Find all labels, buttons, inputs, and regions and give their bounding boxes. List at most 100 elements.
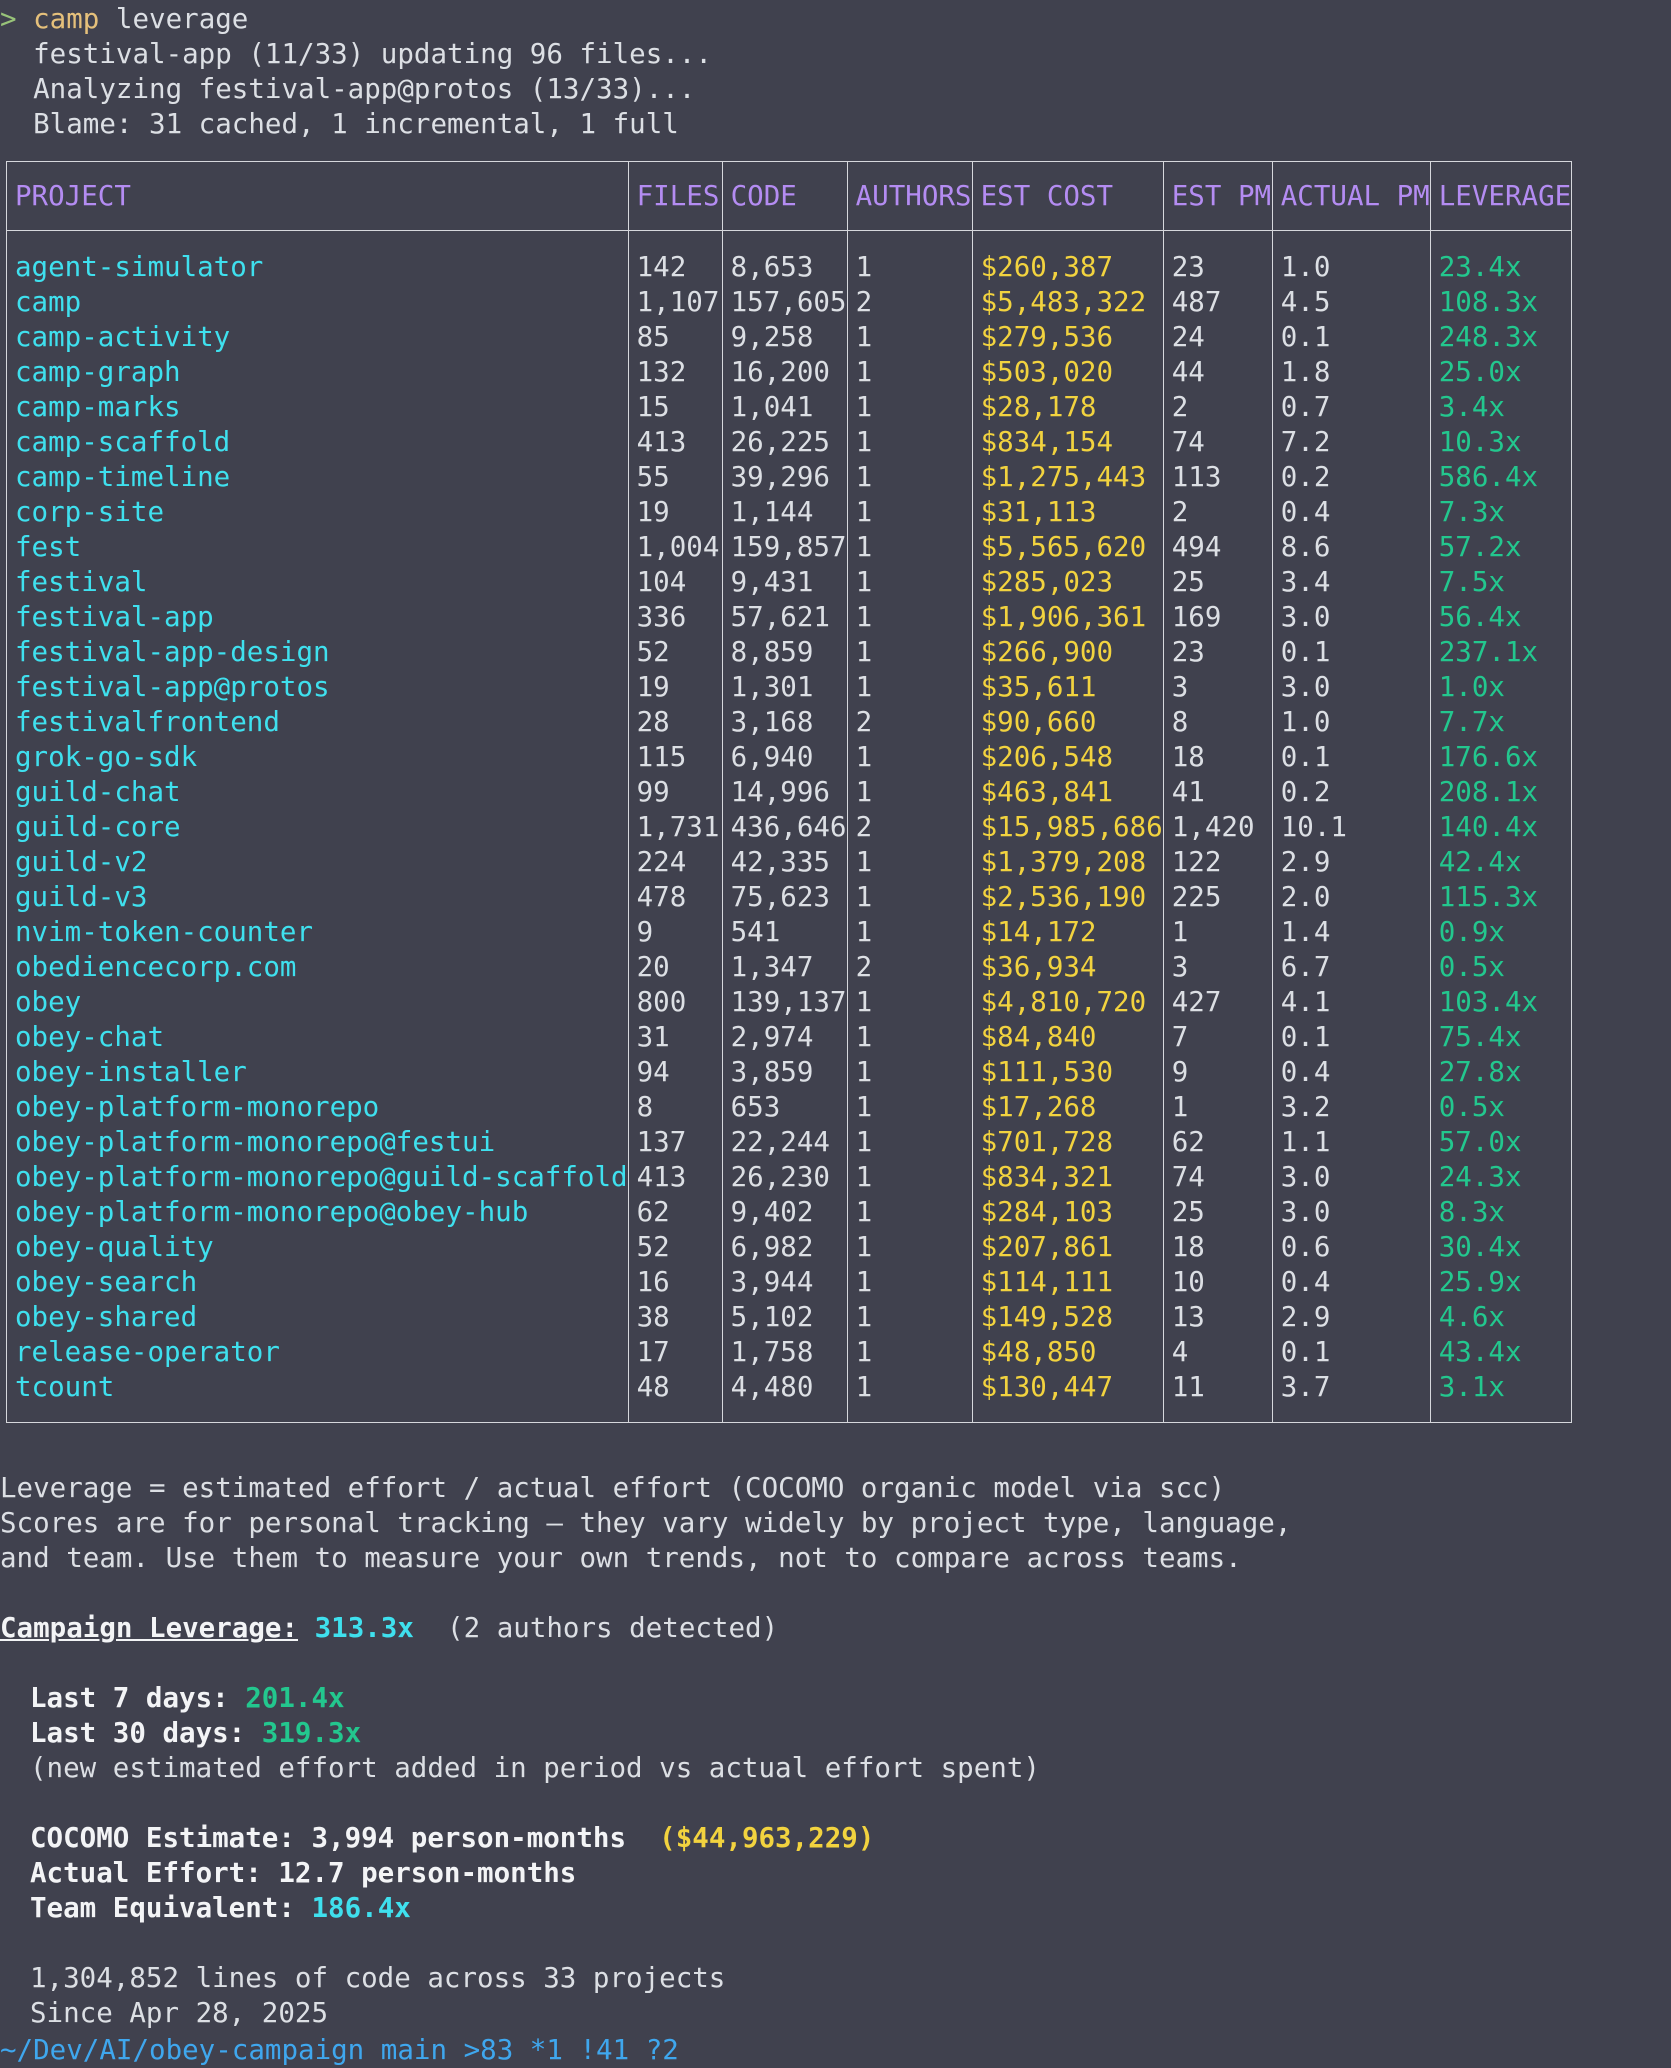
cell-est-pm: 18 <box>1162 740 1273 775</box>
table-row: obey-platform-monorepo 8 653 1 $17,268 1 3.2 0.… <box>7 1090 1572 1125</box>
cell-files: 800 <box>627 985 723 1020</box>
cell-authors: 2 <box>846 705 973 740</box>
table-row: tcount 48 4,480 1 $130,447 11 3.7 3.1x <box>7 1370 1572 1405</box>
cell-actual-pm: 0.4 <box>1271 1265 1431 1300</box>
cell-project: obey-installer <box>15 1056 247 1088</box>
cell-est-cost: $130,447 <box>971 1370 1164 1405</box>
cell-leverage: 25.0x <box>1429 355 1572 390</box>
cell-actual-pm: 10.1 <box>1271 810 1431 845</box>
cell-code: 3,944 <box>721 1265 848 1300</box>
cell-leverage: 24.3x <box>1429 1160 1572 1195</box>
cell-est-cost: $206,548 <box>971 740 1164 775</box>
table-row: guild-v3 478 75,623 1 $2,536,190 225 2.0 115.3x <box>7 880 1572 915</box>
table-row: festivalfrontend 28 3,168 2 $90,660 8 1.0 7.7x <box>7 705 1572 740</box>
campaign-leverage-value: 313.3x <box>314 1612 414 1644</box>
cell-est-cost: $5,565,620 <box>971 530 1164 565</box>
cell-files: 137 <box>627 1125 723 1160</box>
table-row: camp 1,107 157,605 2 $5,483,322 487 4.5 108.3x <box>7 285 1572 320</box>
column-header-est-pm[interactable]: EST PM <box>1162 161 1273 231</box>
cell-leverage: 7.7x <box>1429 705 1572 740</box>
cell-leverage: 23.4x <box>1429 250 1572 285</box>
column-header-authors[interactable]: AUTHORS <box>846 161 973 231</box>
cell-leverage: 57.2x <box>1429 530 1572 565</box>
cell-files: 55 <box>627 460 723 495</box>
cell-authors: 1 <box>846 600 973 635</box>
cell-leverage: 42.4x <box>1429 845 1572 880</box>
cell-authors: 1 <box>846 530 973 565</box>
cell-authors: 1 <box>846 670 973 705</box>
cell-est-pm: 487 <box>1162 285 1273 320</box>
cell-code: 157,605 <box>721 285 848 320</box>
cell-files: 1,107 <box>627 285 723 320</box>
column-header-leverage[interactable]: LEVERAGE <box>1429 161 1572 231</box>
cell-files: 99 <box>627 775 723 810</box>
cell-files: 132 <box>627 355 723 390</box>
cell-leverage: 4.6x <box>1429 1300 1572 1335</box>
table-row: festival-app-design 52 8,859 1 $266,900 23 0.1… <box>7 635 1572 670</box>
cell-est-pm: 2 <box>1162 390 1273 425</box>
cell-leverage: 586.4x <box>1429 460 1572 495</box>
cell-project: camp-activity <box>15 321 231 353</box>
cell-project: festival <box>15 566 148 598</box>
table-row: camp-graph 132 16,200 1 $503,020 44 1.8 25.0x <box>7 355 1572 390</box>
command-args: leverage <box>99 3 249 35</box>
cell-files: 52 <box>627 635 723 670</box>
cell-actual-pm: 2.0 <box>1271 880 1431 915</box>
cell-authors: 1 <box>846 565 973 600</box>
cell-project: corp-site <box>15 496 165 528</box>
cell-leverage: 0.9x <box>1429 915 1572 950</box>
column-header-actual-pm[interactable]: ACTUAL PM <box>1271 161 1431 231</box>
table-row: obey-platform-monorepo@guild-scaffold 413… <box>7 1160 1572 1195</box>
table-row: festival-app@protos 19 1,301 1 $35,611 3 3.0 1.… <box>7 670 1572 705</box>
cell-leverage: 27.8x <box>1429 1055 1572 1090</box>
cell-est-pm: 2 <box>1162 495 1273 530</box>
cell-project: obey-search <box>15 1266 198 1298</box>
cell-actual-pm: 4.1 <box>1271 985 1431 1020</box>
leverage-table: PROJECT FILES CODE AUTHORS EST COST EST … <box>6 161 1573 1423</box>
cell-leverage: 3.4x <box>1429 390 1572 425</box>
cell-est-cost: $90,660 <box>971 705 1164 740</box>
progress-line: festival-app (11/33) updating 96 files..… <box>0 38 712 70</box>
cell-authors: 1 <box>846 915 973 950</box>
cell-leverage: 57.0x <box>1429 1125 1572 1160</box>
table-row: obey-chat 31 2,974 1 $84,840 7 0.1 75.4x <box>7 1020 1572 1055</box>
cell-actual-pm: 0.1 <box>1271 635 1431 670</box>
cell-authors: 1 <box>846 985 973 1020</box>
last-7-days-line: Last 7 days: 201.4x <box>0 1681 1291 1716</box>
cell-files: 478 <box>627 880 723 915</box>
cell-actual-pm: 0.4 <box>1271 495 1431 530</box>
actual-effort-line: Actual Effort: 12.7 person-months <box>30 1857 577 1889</box>
command-prompt-line: > camp leverage <box>0 2 712 37</box>
cell-est-cost: $31,113 <box>971 495 1164 530</box>
cell-files: 94 <box>627 1055 723 1090</box>
last-30-days-line: Last 30 days: 319.3x <box>0 1716 1291 1751</box>
cell-authors: 1 <box>846 320 973 355</box>
cell-code: 541 <box>721 915 848 950</box>
cell-est-cost: $15,985,686 <box>971 810 1164 845</box>
cell-leverage: 75.4x <box>1429 1020 1572 1055</box>
last-30-days-label: Last 30 days: <box>30 1717 246 1749</box>
cell-est-pm: 494 <box>1162 530 1273 565</box>
column-header-files[interactable]: FILES <box>627 161 723 231</box>
command-output-header: > camp leverage festival-app (11/33) upd… <box>0 2 712 142</box>
cell-files: 115 <box>627 740 723 775</box>
cell-actual-pm: 3.0 <box>1271 670 1431 705</box>
cell-est-pm: 7 <box>1162 1020 1273 1055</box>
cell-files: 224 <box>627 845 723 880</box>
cell-est-cost: $114,111 <box>971 1265 1164 1300</box>
cell-authors: 1 <box>846 1230 973 1265</box>
cell-est-cost: $834,154 <box>971 425 1164 460</box>
cell-leverage: 237.1x <box>1429 635 1572 670</box>
cell-leverage: 176.6x <box>1429 740 1572 775</box>
cell-code: 3,859 <box>721 1055 848 1090</box>
cell-actual-pm: 1.8 <box>1271 355 1431 390</box>
cell-code: 22,244 <box>721 1125 848 1160</box>
cell-est-pm: 41 <box>1162 775 1273 810</box>
column-header-code[interactable]: CODE <box>721 161 848 231</box>
column-header-est-cost[interactable]: EST COST <box>971 161 1164 231</box>
cell-authors: 2 <box>846 950 973 985</box>
cell-authors: 2 <box>846 810 973 845</box>
cell-est-pm: 1 <box>1162 1090 1273 1125</box>
cell-est-cost: $149,528 <box>971 1300 1164 1335</box>
column-header-project[interactable]: PROJECT <box>6 161 629 231</box>
